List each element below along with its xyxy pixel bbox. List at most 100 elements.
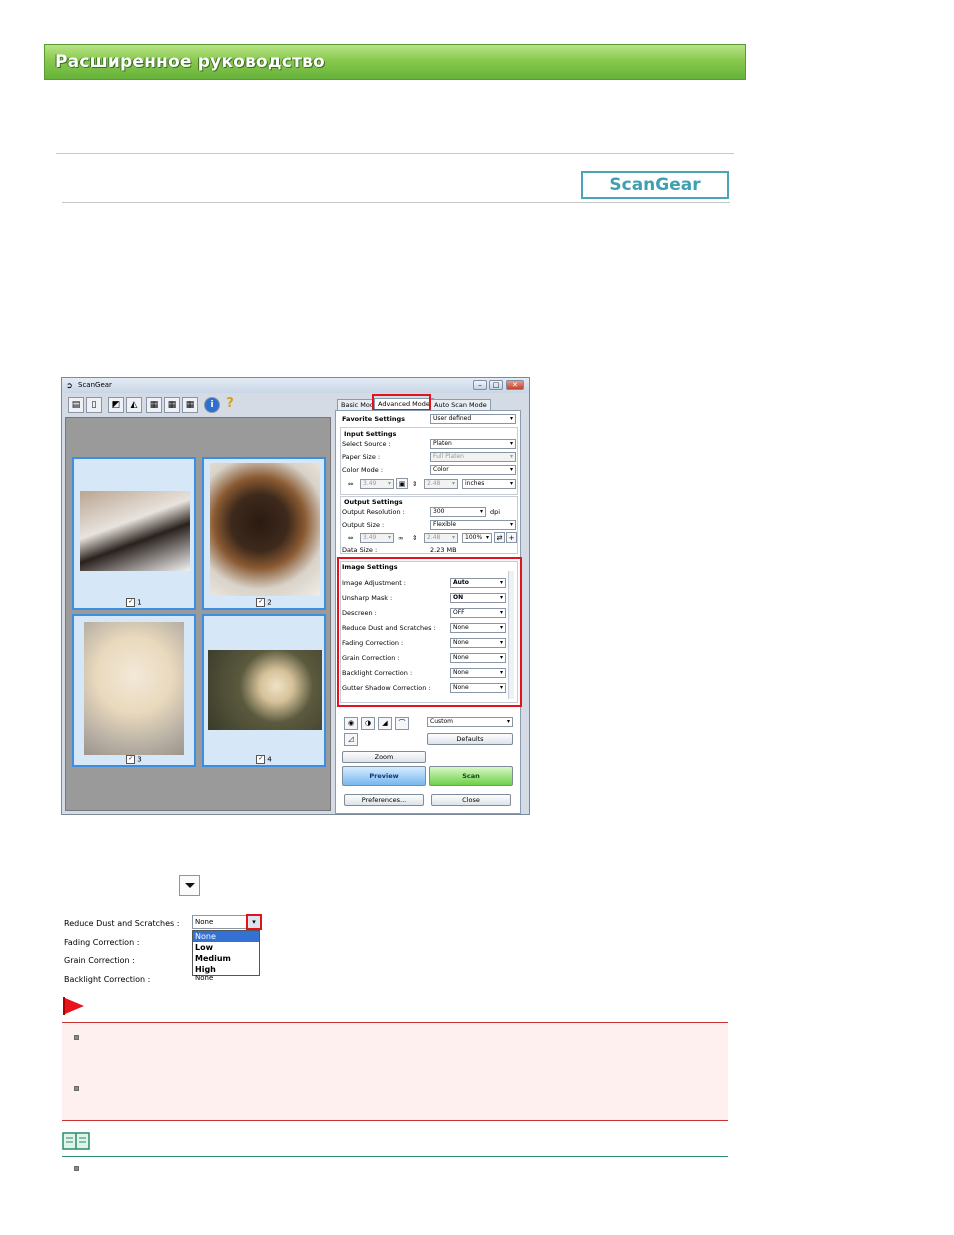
scangear-window: ➲ ScanGear – □ ✕ ▤ ▯ ◩ ◭ ▦ ▦ ▦ i ? ✓ 1 ✓ 2… bbox=[61, 377, 530, 815]
color-balance-icon[interactable]: ◉ bbox=[344, 717, 358, 730]
unit-select[interactable]: inches bbox=[462, 479, 516, 489]
thumbnail-number: 3 bbox=[137, 755, 142, 764]
aspect-lock-icon[interactable]: ▣ bbox=[396, 478, 408, 489]
paper-size-select[interactable]: Full Platen bbox=[430, 452, 516, 462]
histogram-icon[interactable]: ◢ bbox=[378, 717, 392, 730]
thumbnail-1[interactable]: ✓ 1 bbox=[72, 457, 196, 610]
select-source-select[interactable]: Platen bbox=[430, 439, 516, 449]
info-icon[interactable]: i bbox=[204, 397, 220, 413]
output-resolution-select[interactable]: 300 bbox=[430, 507, 486, 517]
input-height-field[interactable]: 2.48 bbox=[424, 479, 458, 489]
output-settings-title: Output Settings bbox=[344, 498, 403, 506]
paper-size-label: Paper Size : bbox=[342, 453, 381, 461]
option-none[interactable]: None bbox=[193, 931, 259, 942]
option-medium[interactable]: Medium bbox=[193, 953, 259, 964]
option-low[interactable]: Low bbox=[193, 942, 259, 953]
thumbnail-checkbox[interactable]: ✓ bbox=[126, 755, 136, 764]
thumbnail-checkbox[interactable]: ✓ bbox=[256, 598, 266, 607]
output-size-label: Output Size : bbox=[342, 521, 385, 529]
height-icon: ⇕ bbox=[412, 480, 418, 488]
crop-icon[interactable]: ◩ bbox=[108, 397, 124, 413]
close-button[interactable]: Close bbox=[431, 794, 511, 806]
open-icon[interactable]: ▤ bbox=[68, 397, 84, 413]
window-titlebar: ➲ ScanGear – □ ✕ bbox=[62, 378, 529, 393]
page-title: Расширенное руководство bbox=[55, 52, 325, 72]
advanced-mode-highlight bbox=[372, 394, 431, 411]
bullet-icon bbox=[74, 1086, 79, 1091]
tab-auto-scan-mode[interactable]: Auto Scan Mode bbox=[430, 399, 491, 410]
thumbnail-number: 1 bbox=[137, 598, 142, 607]
output-width-field[interactable]: 3.49 bbox=[360, 533, 394, 543]
image-settings-highlight bbox=[337, 557, 522, 707]
close-window-button[interactable]: ✕ bbox=[506, 380, 524, 390]
width-icon: ⇔ bbox=[348, 480, 354, 488]
output-size-select[interactable]: Flexible bbox=[430, 520, 516, 530]
fading-correction-label: Fading Correction : bbox=[64, 938, 140, 947]
blank-page-icon[interactable]: ▯ bbox=[86, 397, 102, 413]
thumbnail-number: 2 bbox=[267, 598, 272, 607]
final-review-icon[interactable]: ◿ bbox=[344, 733, 358, 746]
thumbnail-checkbox[interactable]: ✓ bbox=[126, 598, 136, 607]
link-icon: ∞ bbox=[398, 534, 404, 542]
auto-crop-icon[interactable]: ◭ bbox=[126, 397, 142, 413]
output-resolution-label: Output Resolution : bbox=[342, 508, 405, 516]
defaults-button[interactable]: Defaults bbox=[427, 733, 513, 745]
input-width-field[interactable]: 3.49 bbox=[360, 479, 394, 489]
preview-area: ✓ 1 ✓ 2 ✓ 3 ✓ 4 bbox=[65, 417, 331, 811]
dropdown-arrow-icon bbox=[179, 875, 200, 896]
divider-bottom bbox=[62, 202, 730, 203]
color-mode-select[interactable]: Color bbox=[430, 465, 516, 475]
thumbnail-4[interactable]: ✓ 4 bbox=[202, 614, 326, 767]
scangear-badge: ScanGear bbox=[581, 171, 729, 199]
minimize-button[interactable]: – bbox=[473, 380, 487, 390]
thumbnail-checkbox[interactable]: ✓ bbox=[256, 755, 266, 764]
dpi-label: dpi bbox=[490, 508, 501, 516]
thumbnail-view-icon[interactable]: ▦ bbox=[164, 397, 180, 413]
dropdown-options-list: None Low Medium High bbox=[192, 930, 260, 976]
swap-orientation-icon[interactable]: ⇄ bbox=[494, 532, 505, 543]
zoom-button[interactable]: Zoom bbox=[342, 751, 426, 763]
tone-preset-select[interactable]: Custom bbox=[427, 717, 513, 727]
scan-button[interactable]: Scan bbox=[429, 766, 513, 786]
height-icon: ⇕ bbox=[412, 534, 418, 542]
window-title: ScanGear bbox=[78, 381, 112, 389]
dropdown-arrow-icon[interactable]: ▾ bbox=[246, 914, 262, 930]
brightness-contrast-icon[interactable]: ◑ bbox=[361, 717, 375, 730]
data-size-value: 2.23 MB bbox=[430, 546, 457, 554]
help-icon[interactable]: ? bbox=[222, 397, 238, 413]
important-box bbox=[62, 1022, 728, 1121]
scale-field[interactable]: 100% bbox=[462, 533, 492, 543]
maximize-button[interactable]: □ bbox=[489, 380, 503, 390]
header-banner: Расширенное руководство bbox=[44, 44, 746, 80]
reduce-dust-label: Reduce Dust and Scratches : bbox=[64, 919, 180, 928]
grain-correction-label: Grain Correction : bbox=[64, 956, 135, 965]
thumbnail-2[interactable]: ✓ 2 bbox=[202, 457, 326, 610]
thumbnail-number: 4 bbox=[267, 755, 272, 764]
toolbar: ▤ ▯ ◩ ◭ ▦ ▦ ▦ i ? bbox=[64, 394, 332, 416]
scangear-app-icon: ➲ bbox=[66, 381, 73, 390]
thumbnail-image bbox=[210, 463, 320, 596]
note-book-icon bbox=[62, 1132, 90, 1150]
favorite-settings-label: Favorite Settings bbox=[342, 415, 406, 423]
output-height-field[interactable]: 2.48 bbox=[424, 533, 458, 543]
tone-curve-icon[interactable]: ⌒ bbox=[395, 717, 409, 730]
divider-top bbox=[56, 153, 734, 154]
favorite-settings-select[interactable]: User defined bbox=[430, 414, 516, 424]
preferences-button[interactable]: Preferences... bbox=[344, 794, 424, 806]
select-source-label: Select Source : bbox=[342, 440, 391, 448]
select-all-icon[interactable]: ▦ bbox=[146, 397, 162, 413]
thumbnail-image bbox=[80, 491, 190, 571]
data-size-label: Data Size : bbox=[342, 546, 378, 554]
thumbnail-image bbox=[84, 622, 184, 755]
note-divider bbox=[62, 1156, 728, 1157]
color-mode-label: Color Mode : bbox=[342, 466, 384, 474]
backlight-correction-label: Backlight Correction : bbox=[64, 975, 151, 984]
backlight-correction-value: None bbox=[195, 974, 214, 982]
important-flag-icon bbox=[63, 997, 84, 1015]
add-size-icon[interactable]: + bbox=[506, 532, 517, 543]
width-icon: ⇔ bbox=[348, 534, 354, 542]
grid-view-icon[interactable]: ▦ bbox=[182, 397, 198, 413]
thumbnail-3[interactable]: ✓ 3 bbox=[72, 614, 196, 767]
preview-button[interactable]: Preview bbox=[342, 766, 426, 786]
dropdown-example: Reduce Dust and Scratches : Fading Corre… bbox=[62, 912, 270, 984]
